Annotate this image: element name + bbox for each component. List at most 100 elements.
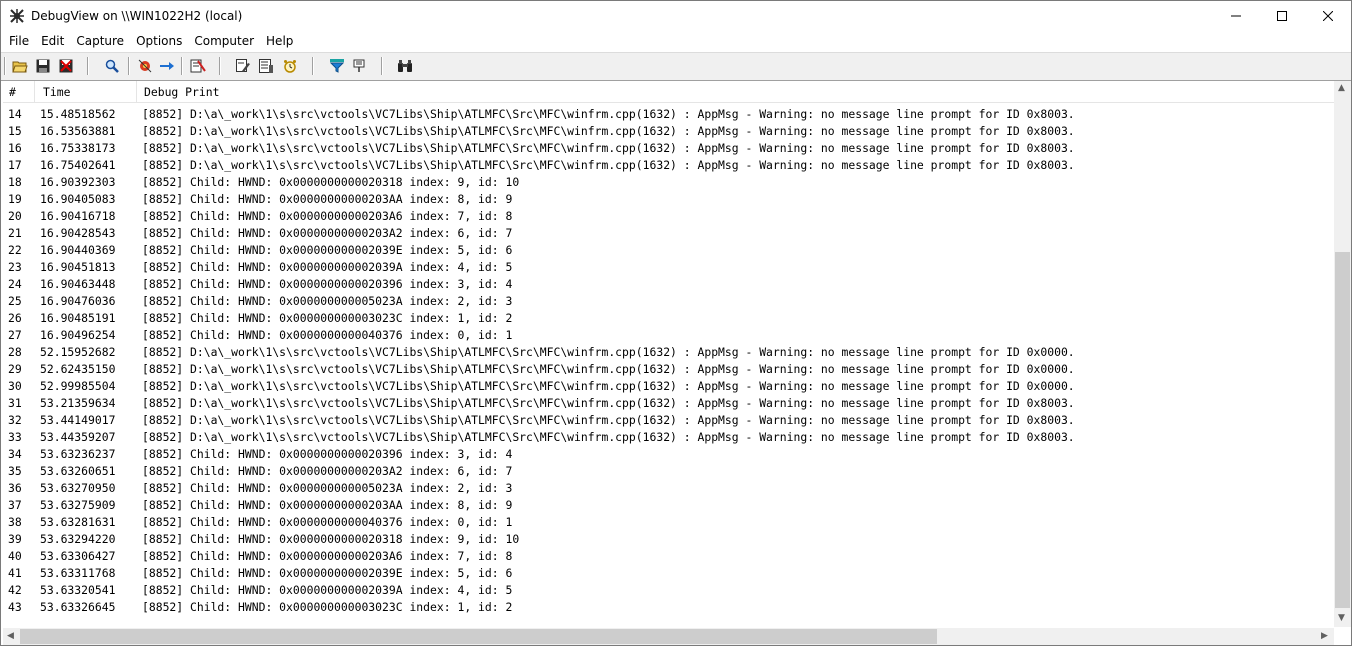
table-row[interactable]: 22 16.90440369 [8852] Child: HWND: 0x00000… (3, 242, 1334, 259)
table-row[interactable]: 35 53.63260651 [8852] Child: HWND: 0x00000… (3, 463, 1334, 480)
clock-time-button[interactable] (234, 57, 252, 75)
open-folder-icon (12, 61, 28, 73)
row-number: 42 (8, 583, 22, 597)
table-row[interactable]: 40 53.63306427 [8852] Child: HWND: 0x00000… (3, 548, 1334, 565)
find-binoculars-button[interactable] (396, 57, 414, 75)
menu-computer[interactable]: Computer (188, 31, 260, 52)
row-message: [8852] Child: HWND: 0x00000000000203A2 i… (142, 464, 513, 478)
row-number: 28 (8, 345, 22, 359)
row-message: [8852] Child: HWND: 0x000000000005023A i… (142, 294, 513, 308)
table-row[interactable]: 24 16.90463448 [8852] Child: HWND: 0x00000… (3, 276, 1334, 293)
scroll-down-icon[interactable]: ▼ (1338, 613, 1345, 623)
column-header-time[interactable]: Time (43, 85, 70, 99)
horizontal-scroll-thumb[interactable] (20, 629, 937, 644)
save-as-button[interactable] (57, 57, 75, 75)
row-message: [8852] Child: HWND: 0x00000000000203AA i… (142, 192, 513, 206)
debug-output-list[interactable]: # Time Debug Print 14 15.48518562 [8852] D… (3, 81, 1334, 627)
row-message: [8852] D:\a\_work\1\s\src\vctools\VC7Lib… (142, 107, 1075, 121)
menu-help[interactable]: Help (260, 31, 299, 52)
menu-edit[interactable]: Edit (35, 31, 70, 52)
scroll-right-icon[interactable]: ▶ (1321, 631, 1328, 641)
row-time: 16.90440369 (40, 243, 116, 257)
minimize-button[interactable] (1213, 1, 1259, 31)
table-row[interactable]: 37 53.63275909 [8852] Child: HWND: 0x00000… (3, 497, 1334, 514)
row-number: 18 (8, 175, 22, 189)
table-row[interactable]: 19 16.90405083 [8852] Child: HWND: 0x00000… (3, 191, 1334, 208)
debugview-window: DebugView on \\WIN1022H2 (local) File Ed… (0, 0, 1352, 646)
scroll-left-icon[interactable]: ◀ (7, 631, 14, 641)
table-row[interactable]: 15 16.53563881 [8852] D:\a\_work\1\s\src\v… (3, 123, 1334, 140)
maximize-button[interactable] (1259, 1, 1305, 31)
table-row[interactable]: 28 52.15952682 [8852] D:\a\_work\1\s\src\v… (3, 344, 1334, 361)
row-time: 16.75402641 (40, 158, 116, 172)
capture-button[interactable] (136, 57, 154, 75)
table-row[interactable]: 38 53.63281631 [8852] Child: HWND: 0x00000… (3, 514, 1334, 531)
table-row[interactable]: 43 53.63326645 [8852] Child: HWND: 0x00000… (3, 599, 1334, 616)
column-header-debug-print[interactable]: Debug Print (144, 85, 219, 99)
row-number: 37 (8, 498, 22, 512)
clear-display-button[interactable] (189, 57, 207, 75)
row-time: 53.63311768 (40, 566, 116, 580)
table-row[interactable]: 25 16.90476036 [8852] Child: HWND: 0x00000… (3, 293, 1334, 310)
row-time: 16.90428543 (40, 226, 116, 240)
table-row[interactable]: 31 53.21359634 [8852] D:\a\_work\1\s\src\v… (3, 395, 1334, 412)
find-button[interactable] (103, 57, 121, 75)
save-button[interactable] (34, 57, 52, 75)
row-number: 41 (8, 566, 22, 580)
menu-options[interactable]: Options (130, 31, 188, 52)
title-bar[interactable]: DebugView on \\WIN1022H2 (local) (1, 1, 1351, 31)
row-message: [8852] Child: HWND: 0x0000000000040376 i… (142, 328, 513, 342)
clock-button[interactable] (281, 57, 299, 75)
vertical-scrollbar[interactable]: ▲ ▼ (1334, 81, 1351, 627)
close-button[interactable] (1305, 1, 1351, 31)
row-time: 52.62435150 (40, 362, 116, 376)
table-row[interactable]: 17 16.75402641 [8852] D:\a\_work\1\s\src\v… (3, 157, 1334, 174)
history-depth-button[interactable] (350, 57, 368, 75)
row-time: 16.90463448 (40, 277, 116, 291)
table-row[interactable]: 20 16.90416718 [8852] Child: HWND: 0x00000… (3, 208, 1334, 225)
table-row[interactable]: 21 16.90428543 [8852] Child: HWND: 0x00000… (3, 225, 1334, 242)
column-header-number[interactable]: # (9, 85, 16, 99)
table-row[interactable]: 26 16.90485191 [8852] Child: HWND: 0x00000… (3, 310, 1334, 327)
table-row[interactable]: 30 52.99985504 [8852] D:\a\_work\1\s\src\v… (3, 378, 1334, 395)
row-number: 23 (8, 260, 22, 274)
show-milliseconds-button[interactable] (257, 57, 275, 75)
menu-capture[interactable]: Capture (70, 31, 130, 52)
row-time: 53.63236237 (40, 447, 116, 461)
table-row[interactable]: 23 16.90451813 [8852] Child: HWND: 0x00000… (3, 259, 1334, 276)
scroll-up-icon[interactable]: ▲ (1338, 83, 1345, 93)
row-time: 53.63275909 (40, 498, 116, 512)
row-number: 38 (8, 515, 22, 529)
table-row[interactable]: 36 53.63270950 [8852] Child: HWND: 0x00000… (3, 480, 1334, 497)
table-row[interactable]: 39 53.63294220 [8852] Child: HWND: 0x00000… (3, 531, 1334, 548)
window-title: DebugView on \\WIN1022H2 (local) (31, 9, 243, 23)
table-row[interactable]: 33 53.44359207 [8852] D:\a\_work\1\s\src\v… (3, 429, 1334, 446)
row-message: [8852] Child: HWND: 0x000000000002039A i… (142, 260, 513, 274)
horizontal-scrollbar[interactable]: ◀ ▶ (3, 628, 1334, 645)
table-row[interactable]: 34 53.63236237 [8852] Child: HWND: 0x00000… (3, 446, 1334, 463)
filter-highlight-button[interactable] (328, 57, 346, 75)
table-row[interactable]: 27 16.90496254 [8852] Child: HWND: 0x00000… (3, 327, 1334, 344)
vertical-scroll-thumb[interactable] (1335, 252, 1350, 608)
table-row[interactable]: 16 16.75338173 [8852] D:\a\_work\1\s\src\v… (3, 140, 1334, 157)
toolbar (1, 52, 1351, 81)
row-time: 16.90451813 (40, 260, 116, 274)
table-row[interactable]: 41 53.63311768 [8852] Child: HWND: 0x00000… (3, 565, 1334, 582)
alarm-clock-icon (284, 60, 296, 73)
menu-file[interactable]: File (1, 31, 35, 52)
edit-filter-icon (236, 59, 250, 72)
autoscroll-button[interactable] (158, 57, 176, 75)
table-row[interactable]: 42 53.63320541 [8852] Child: HWND: 0x00000… (3, 582, 1334, 599)
row-number: 39 (8, 532, 22, 546)
table-row[interactable]: 29 52.62435150 [8852] D:\a\_work\1\s\src\v… (3, 361, 1334, 378)
row-message: [8852] D:\a\_work\1\s\src\vctools\VC7Lib… (142, 124, 1075, 138)
row-number: 19 (8, 192, 22, 206)
row-time: 15.48518562 (40, 107, 116, 121)
row-message: [8852] D:\a\_work\1\s\src\vctools\VC7Lib… (142, 413, 1075, 427)
open-button[interactable] (11, 57, 29, 75)
table-row[interactable]: 18 16.90392303 [8852] Child: HWND: 0x00000… (3, 174, 1334, 191)
row-time: 16.75338173 (40, 141, 116, 155)
table-row[interactable]: 14 15.48518562 [8852] D:\a\_work\1\s\src\v… (3, 106, 1334, 123)
row-time: 53.63326645 (40, 600, 116, 614)
table-row[interactable]: 32 53.44149017 [8852] D:\a\_work\1\s\src\v… (3, 412, 1334, 429)
